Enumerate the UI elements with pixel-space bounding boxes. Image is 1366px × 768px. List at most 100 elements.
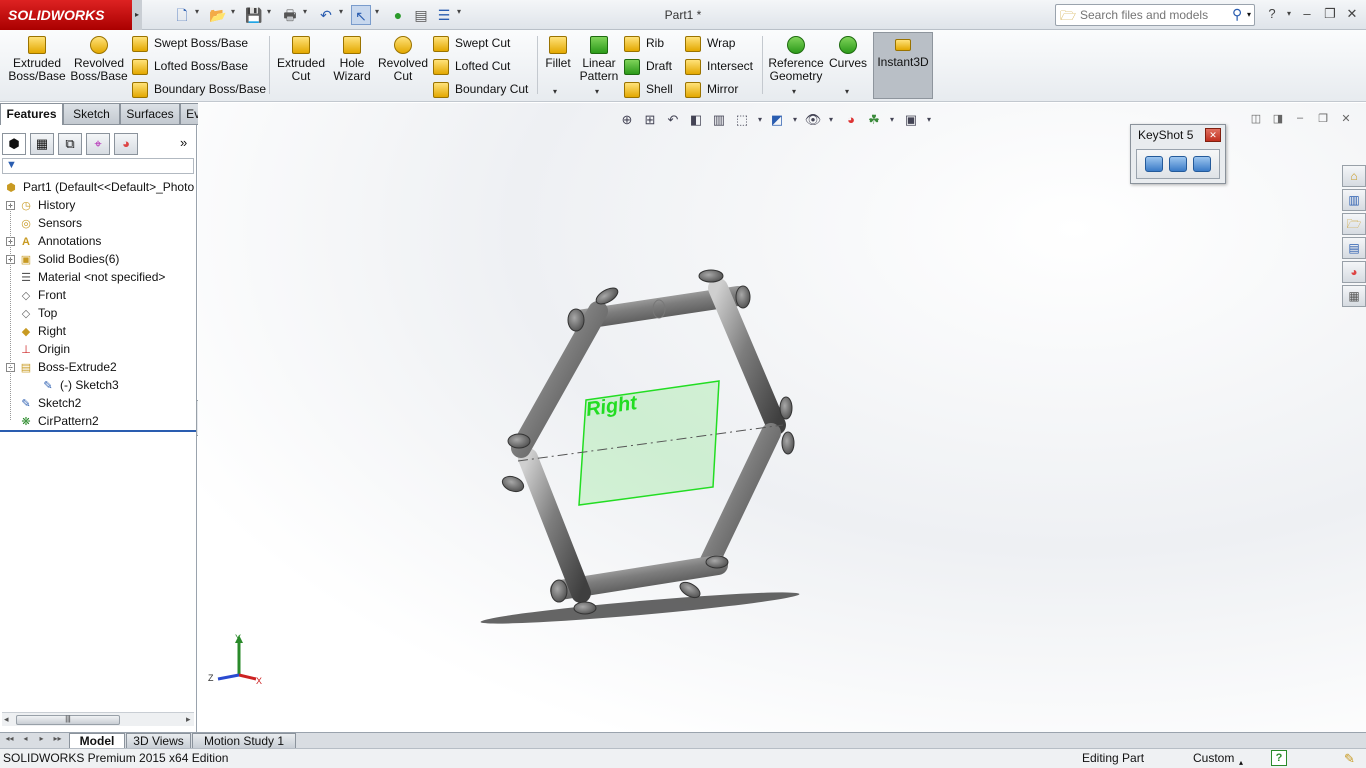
scroll-left-arrow[interactable]: ◂ xyxy=(4,714,9,725)
scroll-thumb[interactable]: ||| xyxy=(16,715,120,725)
tree-item-right[interactable]: ◆ Right xyxy=(18,322,66,340)
new-document-icon[interactable]: 🗋 xyxy=(172,5,192,25)
lofted-boss-button[interactable]: Lofted Boss/Base xyxy=(132,56,248,76)
tree-root-part[interactable]: ⬢ Part1 (Default<<Default>_Photo xyxy=(3,178,194,196)
tab-3d-views[interactable]: 3D Views xyxy=(126,733,191,749)
search-icon[interactable]: ⚲ xyxy=(1232,6,1242,23)
tree-item-material[interactable]: ☰ Material <not specified> xyxy=(18,268,165,286)
draft-button[interactable]: Draft xyxy=(624,56,672,76)
solidworks-logo[interactable]: SOLIDWORKS xyxy=(0,0,132,30)
feature-tree-tab-icon[interactable]: ⬢ xyxy=(2,133,26,155)
minimize-window-icon[interactable]: – xyxy=(1298,6,1316,21)
save-dropdown-arrow[interactable]: ▾ xyxy=(267,7,271,16)
tree-filter[interactable]: ▼ xyxy=(2,158,194,174)
scroll-right-arrow[interactable]: ▸ xyxy=(186,714,191,725)
search-box[interactable]: 🗁 ⚲ ▾ xyxy=(1055,4,1255,26)
last-tab-arrow[interactable]: ▸▸ xyxy=(50,734,65,747)
boundary-cut-button[interactable]: Boundary Cut xyxy=(433,79,528,99)
menu-expand-arrow[interactable]: ▸ xyxy=(132,0,142,30)
swept-boss-button[interactable]: Swept Boss/Base xyxy=(132,33,248,53)
select-cursor-icon[interactable]: ↖ xyxy=(351,5,371,25)
tree-item-solid-bodies[interactable]: + ▣ Solid Bodies(6) xyxy=(6,250,119,268)
close-window-icon[interactable]: ✕ xyxy=(1343,6,1361,22)
save-icon[interactable]: 💾 xyxy=(244,5,264,25)
rollback-bar[interactable] xyxy=(0,430,197,432)
tab-motion-study-1[interactable]: Motion Study 1 xyxy=(192,733,296,749)
quick-tips-help-icon[interactable]: ? xyxy=(1271,750,1287,766)
more-tabs-chevron-icon[interactable]: » xyxy=(180,135,187,150)
solidworks-resources-icon[interactable]: ⌂ xyxy=(1342,165,1366,187)
previous-tab-arrow[interactable]: ◂ xyxy=(18,734,33,747)
search-input[interactable] xyxy=(1080,7,1230,23)
file-explorer-icon[interactable]: 🗁 xyxy=(1342,213,1366,235)
wrap-button[interactable]: Wrap xyxy=(685,33,735,53)
print-dropdown-arrow[interactable]: ▾ xyxy=(303,7,307,16)
search-dropdown-arrow[interactable]: ▾ xyxy=(1247,10,1251,19)
tree-item-annotations[interactable]: + A Annotations xyxy=(6,232,101,250)
next-tab-arrow[interactable]: ▸ xyxy=(34,734,49,747)
reference-geometry-dropdown-arrow[interactable]: ▾ xyxy=(792,87,796,96)
file-properties-icon[interactable]: ▤ xyxy=(411,5,431,25)
intersect-button[interactable]: Intersect xyxy=(685,56,753,76)
revolved-cut-button[interactable]: Revolved Cut xyxy=(376,36,430,83)
instant3d-button[interactable]: Instant3D xyxy=(873,32,933,99)
keyshot-close-icon[interactable]: ✕ xyxy=(1205,128,1221,142)
undo-icon[interactable]: ↶ xyxy=(316,5,336,25)
lofted-cut-button[interactable]: Lofted Cut xyxy=(433,56,510,76)
help-icon[interactable]: ? xyxy=(1263,6,1281,21)
linear-pattern-dropdown-arrow[interactable]: ▾ xyxy=(595,87,599,96)
notification-icon[interactable]: ✎ xyxy=(1344,750,1355,768)
tree-item-boss-extrude2[interactable]: − ▤ Boss-Extrude2 xyxy=(6,358,117,376)
new-dropdown-arrow[interactable]: ▾ xyxy=(195,7,199,16)
keyshot-toolbar[interactable]: KeyShot 5 ✕ xyxy=(1130,124,1226,184)
fillet-button[interactable]: Fillet xyxy=(540,36,576,70)
swept-cut-button[interactable]: Swept Cut xyxy=(433,33,510,53)
open-folder-icon[interactable]: 📂 xyxy=(208,5,228,25)
linear-pattern-button[interactable]: Linear Pattern xyxy=(577,36,621,83)
graphics-area[interactable]: ⊕ ⊞ ↶ ◧ ▥ ⬚ ▾ ◩ ▾ 👁 ▾ ◕ ☘ ▾ ▣ ▾ ◫ ◨ – ❐ … xyxy=(198,103,1366,732)
dimxpert-tab-icon[interactable]: ⌖ xyxy=(86,133,110,155)
rib-button[interactable]: Rib xyxy=(624,33,664,53)
custom-properties-icon[interactable]: ▦ xyxy=(1342,285,1366,307)
horizontal-scrollbar[interactable]: ◂ ||| ▸ xyxy=(2,712,194,726)
unit-system-dropdown-arrow[interactable]: ▴ xyxy=(1239,754,1243,768)
extruded-cut-button[interactable]: Extruded Cut xyxy=(274,36,328,83)
tree-item-top[interactable]: ◇ Top xyxy=(18,304,58,322)
boundary-boss-button[interactable]: Boundary Boss/Base xyxy=(132,79,266,99)
tree-item-sensors[interactable]: ◎ Sensors xyxy=(18,214,82,232)
keyshot-render-icon[interactable] xyxy=(1145,156,1163,172)
keyshot-settings-icon[interactable] xyxy=(1193,156,1211,172)
tree-item-history[interactable]: + ◷ History xyxy=(6,196,75,214)
curves-button[interactable]: Curves xyxy=(828,36,868,70)
revolved-boss-button[interactable]: Revolved Boss/Base xyxy=(70,36,128,83)
view-palette-icon[interactable]: ▤ xyxy=(1342,237,1366,259)
tree-item-origin[interactable]: ⊥ Origin xyxy=(18,340,70,358)
rebuild-traffic-light-icon[interactable]: ● xyxy=(388,5,408,25)
mirror-button[interactable]: Mirror xyxy=(685,79,738,99)
first-tab-arrow[interactable]: ◂◂ xyxy=(2,734,17,747)
model-canvas[interactable]: Right Y X Z xyxy=(198,103,1366,732)
select-dropdown-arrow[interactable]: ▾ xyxy=(375,7,379,16)
configuration-manager-tab-icon[interactable]: ⧉ xyxy=(58,133,82,155)
hole-wizard-button[interactable]: Hole Wizard xyxy=(328,36,376,83)
options-dropdown-arrow[interactable]: ▾ xyxy=(457,7,461,16)
tab-features[interactable]: Features xyxy=(0,103,63,125)
appearances-scenes-icon[interactable]: ◕ xyxy=(1342,261,1366,283)
keyshot-update-icon[interactable] xyxy=(1169,156,1187,172)
tab-sketch[interactable]: Sketch xyxy=(63,103,120,125)
property-manager-tab-icon[interactable]: ▦ xyxy=(30,133,54,155)
tree-item-cirpattern2[interactable]: ❋ CirPattern2 xyxy=(18,412,98,430)
help-dropdown-arrow[interactable]: ▾ xyxy=(1280,9,1298,18)
tree-item-front[interactable]: ◇ Front xyxy=(18,286,66,304)
design-library-icon[interactable]: ▥ xyxy=(1342,189,1366,211)
unit-system-text[interactable]: Custom xyxy=(1193,749,1234,767)
curves-dropdown-arrow[interactable]: ▾ xyxy=(845,87,849,96)
fillet-dropdown-arrow[interactable]: ▾ xyxy=(553,87,557,96)
tab-surfaces[interactable]: Surfaces xyxy=(120,103,180,125)
tree-item-sketch3[interactable]: ✎ (-) Sketch3 xyxy=(40,376,118,394)
undo-dropdown-arrow[interactable]: ▾ xyxy=(339,7,343,16)
print-icon[interactable]: 🖶 xyxy=(280,5,300,25)
shell-button[interactable]: Shell xyxy=(624,79,673,99)
restore-window-icon[interactable]: ❐ xyxy=(1321,6,1339,22)
options-icon[interactable]: ☰ xyxy=(434,5,454,25)
